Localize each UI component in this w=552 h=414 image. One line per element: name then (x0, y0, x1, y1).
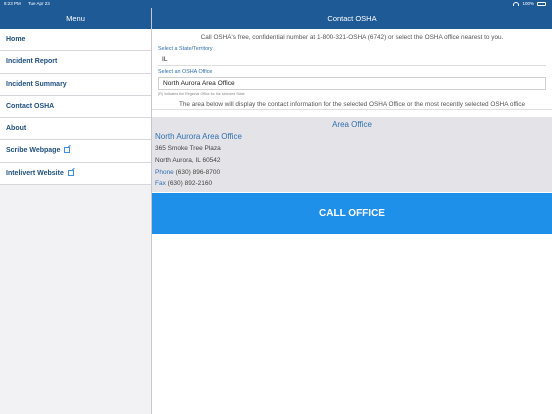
sidebar-item-label: Scribe Webpage (6, 147, 61, 155)
wifi-icon (513, 2, 520, 6)
sidebar-item-label: Intelivert Website (6, 169, 64, 177)
sidebar-menu: Home Incident Report Incident Summary Co… (0, 29, 151, 414)
sidebar-item-label: Home (6, 36, 26, 43)
office-label: Select an OSHA Office (158, 69, 213, 75)
status-left: 8:23 PM Tue Apr 23 (4, 0, 56, 8)
battery-icon (537, 2, 546, 6)
external-link-icon (64, 147, 71, 154)
sidebar-item-label: Incident Summary (6, 80, 67, 88)
sidebar-item-home[interactable]: Home (0, 29, 151, 52)
sidebar-item-incident-report[interactable]: Incident Report (0, 51, 151, 74)
regional-note: (R) indicates the Regional Office for th… (158, 92, 245, 96)
fax-number: (630) 892-2160 (167, 180, 213, 188)
sidebar-item-scribe-webpage[interactable]: Scribe Webpage (0, 140, 151, 163)
app-window: 8:23 PM Tue Apr 23 100% Menu Contact OSH… (0, 0, 552, 414)
info-text: The area below will display the contact … (152, 99, 552, 110)
sidebar-item-contact-osha[interactable]: Contact OSHA (0, 95, 151, 119)
page-title: Contact OSHA (152, 8, 552, 29)
sidebar-item-about[interactable]: About (0, 118, 151, 141)
intro-text: Call OSHA's free, confidential number at… (200, 34, 504, 41)
office-select[interactable]: North Aurora Area Office (158, 77, 546, 90)
area-header: Area Office (332, 120, 372, 129)
status-bar: 8:23 PM Tue Apr 23 100% (0, 0, 552, 8)
battery-percent: 100% (522, 1, 534, 6)
sidebar-item-incident-summary[interactable]: Incident Summary (0, 73, 151, 96)
office-name: North Aurora Area Office (155, 132, 243, 141)
status-date: Tue Apr 23 (27, 1, 50, 6)
state-label: Select a State/Territory (158, 46, 213, 52)
area-office-panel: Area Office North Aurora Area Office 365… (152, 117, 552, 192)
sidebar-item-label: Incident Report (6, 58, 58, 66)
phone-label: Phone (155, 168, 174, 176)
state-select[interactable]: IL (158, 54, 546, 66)
sidebar-item-intelivert-website[interactable]: Intelivert Website (0, 162, 151, 186)
office-phone[interactable]: Phone (630) 896-8700 (155, 167, 552, 179)
phone-number: (630) 896-8700 (175, 168, 221, 176)
external-link-icon (67, 169, 74, 176)
office-fax: Fax (630) 892-2160 (155, 178, 552, 190)
sidebar-item-label: Contact OSHA (6, 102, 55, 110)
main-content: Call OSHA's free, confidential number at… (152, 29, 552, 414)
sidebar-title: Menu (0, 8, 151, 29)
status-time: 8:23 PM (4, 1, 21, 6)
office-city: North Aurora, IL 60542 (155, 156, 221, 164)
status-right: 100% (513, 0, 546, 8)
sidebar-item-label: About (6, 125, 27, 133)
call-office-button[interactable]: CALL OFFICE (152, 193, 552, 234)
fax-label: Fax (155, 180, 166, 188)
office-street: 365 Smoke Tree Plaza (155, 145, 221, 152)
